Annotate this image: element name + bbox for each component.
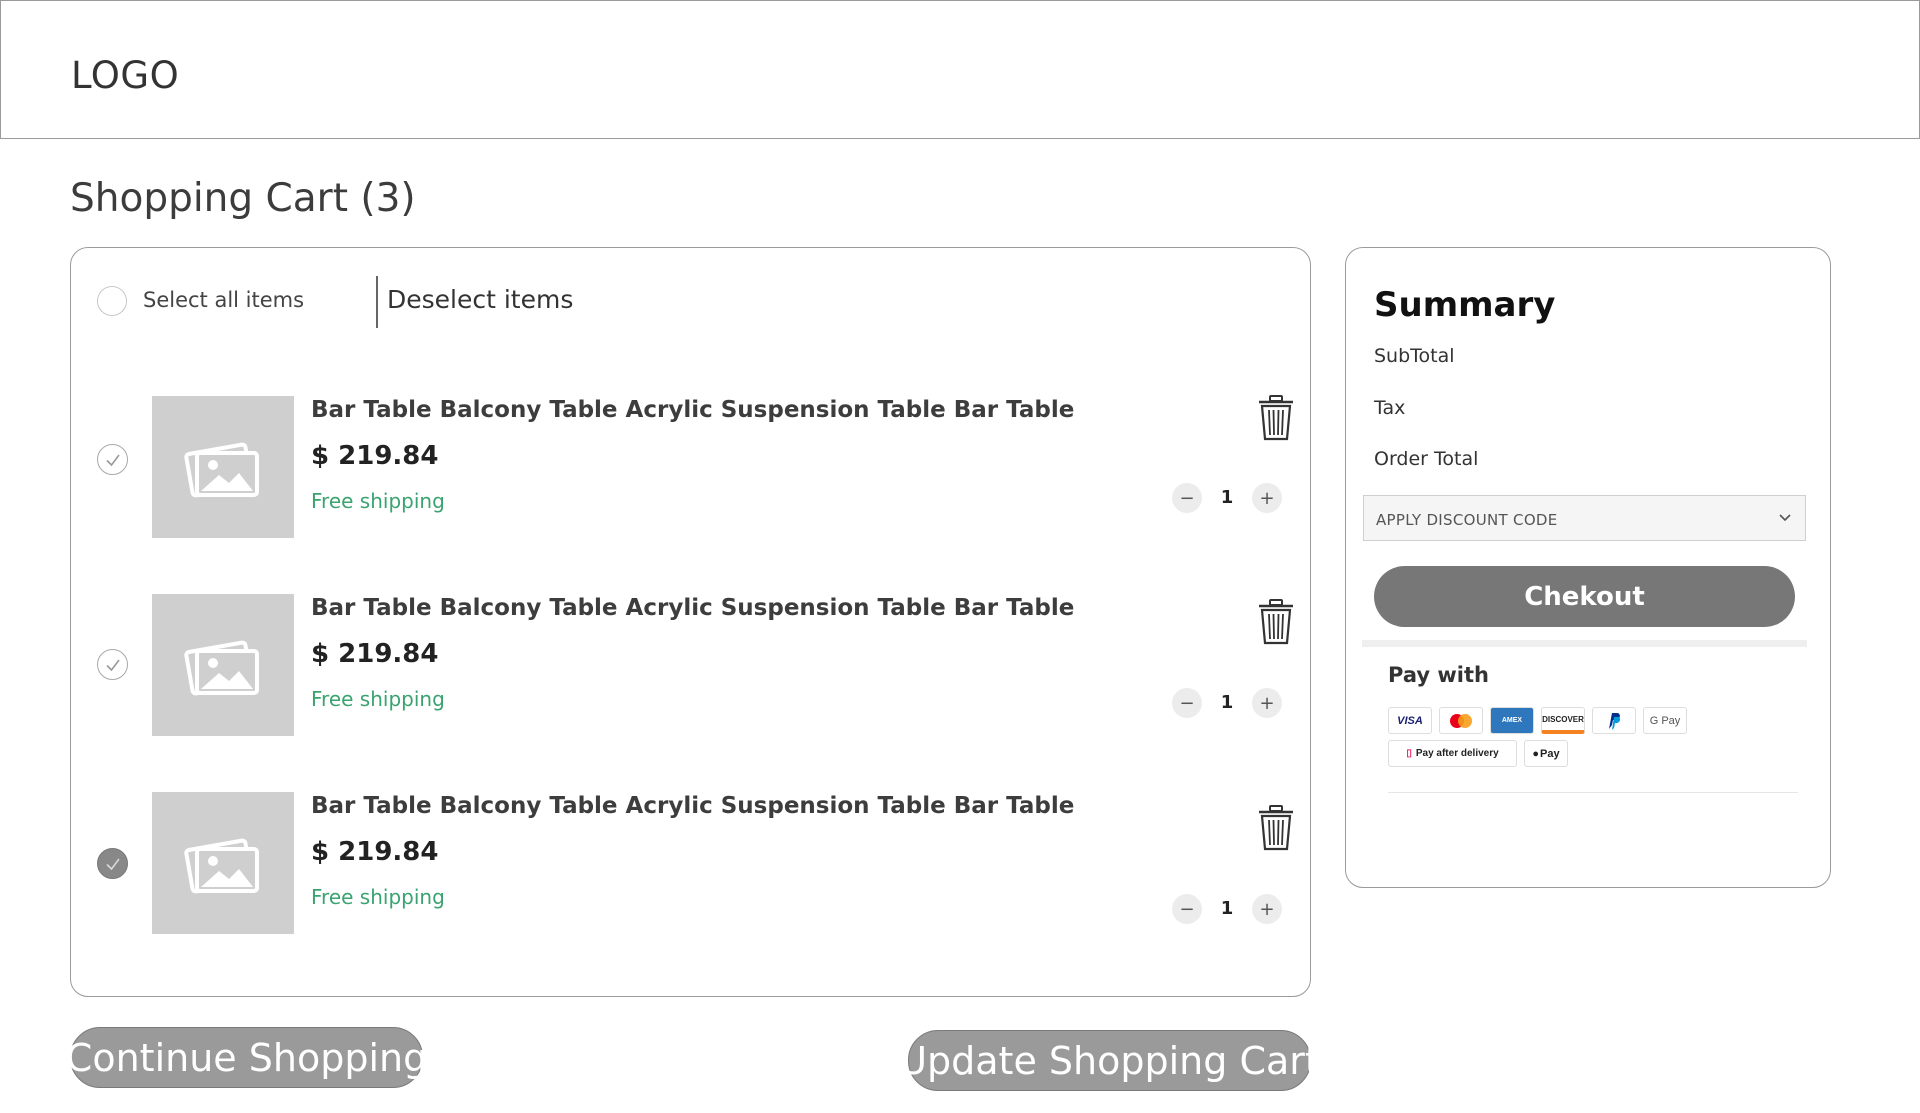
- update-cart-button[interactable]: Update Shopping Cart: [899, 1030, 1320, 1091]
- header: LOGO: [0, 0, 1920, 139]
- apple-pay-icon: ● Pay: [1524, 740, 1568, 767]
- product-title[interactable]: Bar Table Balcony Table Acrylic Suspensi…: [311, 793, 1074, 819]
- qty-increase-button[interactable]: +: [1252, 483, 1282, 513]
- cart-item: Bar Table Balcony Table Acrylic Suspensi…: [71, 594, 1310, 736]
- deselect-items-link[interactable]: Deselect items: [387, 285, 573, 314]
- discount-code-label: APPLY DISCOUNT CODE: [1376, 511, 1558, 529]
- cart-panel: Select all items Deselect items Bar Tabl…: [70, 247, 1311, 997]
- qty-value[interactable]: 1: [1217, 487, 1237, 508]
- visa-icon: VISA: [1388, 707, 1432, 734]
- product-price: $ 219.84: [311, 639, 439, 669]
- discover-icon: DISCOVER: [1541, 707, 1585, 734]
- paypal-icon: [1592, 707, 1636, 734]
- image-placeholder-icon: [184, 442, 259, 498]
- qty-increase-button[interactable]: +: [1252, 688, 1282, 718]
- tax-label: Tax: [1374, 397, 1406, 419]
- product-price: $ 219.84: [311, 837, 439, 867]
- product-title[interactable]: Bar Table Balcony Table Acrylic Suspensi…: [311, 397, 1074, 423]
- shipping-label: Free shipping: [311, 687, 445, 711]
- pay-after-delivery-icon: ▯ Pay after delivery: [1388, 740, 1517, 767]
- product-title[interactable]: Bar Table Balcony Table Acrylic Suspensi…: [311, 595, 1074, 621]
- divider: [1388, 792, 1798, 793]
- subtotal-label: SubTotal: [1374, 345, 1455, 367]
- qty-decrease-button[interactable]: −: [1172, 894, 1202, 924]
- logo[interactable]: LOGO: [71, 54, 179, 97]
- product-thumbnail[interactable]: [152, 396, 294, 538]
- item-select-checkbox[interactable]: [97, 444, 128, 475]
- pay-after-delivery-label: Pay after delivery: [1415, 748, 1499, 759]
- check-icon: [105, 454, 120, 466]
- select-all-label[interactable]: Select all items: [143, 288, 304, 312]
- mastercard-icon: [1439, 707, 1483, 734]
- product-thumbnail[interactable]: [152, 792, 294, 934]
- order-total-label: Order Total: [1374, 448, 1479, 470]
- google-pay-icon: G Pay: [1643, 707, 1687, 734]
- continue-shopping-button[interactable]: Continue Shopping: [66, 1027, 427, 1088]
- amex-icon: AMEX: [1490, 707, 1534, 734]
- trash-icon[interactable]: [1258, 599, 1294, 645]
- check-icon: [105, 659, 120, 671]
- image-placeholder-icon: [184, 640, 259, 696]
- summary-title: Summary: [1374, 285, 1556, 325]
- cart-item: Bar Table Balcony Table Acrylic Suspensi…: [71, 395, 1310, 538]
- payment-methods-row: VISA AMEX DISCOVER G Pay: [1388, 707, 1687, 734]
- item-select-checkbox[interactable]: [97, 848, 128, 879]
- product-price: $ 219.84: [311, 441, 439, 471]
- trash-icon[interactable]: [1258, 395, 1294, 441]
- qty-decrease-button[interactable]: −: [1172, 688, 1202, 718]
- image-placeholder-icon: [184, 838, 259, 894]
- divider: [376, 276, 378, 328]
- pay-with-panel: Pay with VISA AMEX DISCOVER G Pay ▯ Pay a…: [1362, 640, 1807, 793]
- trash-icon[interactable]: [1258, 805, 1294, 851]
- discount-code-dropdown[interactable]: APPLY DISCOUNT CODE: [1363, 495, 1806, 541]
- payment-methods-row: ▯ Pay after delivery ● Pay: [1388, 740, 1568, 767]
- qty-decrease-button[interactable]: −: [1172, 483, 1202, 513]
- shipping-label: Free shipping: [311, 885, 445, 909]
- pay-with-title: Pay with: [1388, 663, 1489, 687]
- qty-value[interactable]: 1: [1217, 692, 1237, 713]
- shipping-label: Free shipping: [311, 489, 445, 513]
- qty-increase-button[interactable]: +: [1252, 894, 1282, 924]
- checkout-button[interactable]: Chekout: [1374, 566, 1795, 627]
- select-all-radio[interactable]: [97, 286, 127, 316]
- cart-item: Bar Table Balcony Table Acrylic Suspensi…: [71, 792, 1310, 934]
- summary-panel: Summary SubTotal Tax Order Total APPLY D…: [1345, 247, 1831, 888]
- apple-pay-label: Pay: [1540, 747, 1560, 760]
- check-icon: [105, 858, 120, 870]
- chevron-down-icon: [1779, 514, 1791, 522]
- page-title: Shopping Cart (3): [70, 176, 416, 221]
- qty-value[interactable]: 1: [1217, 898, 1237, 919]
- product-thumbnail[interactable]: [152, 594, 294, 736]
- item-select-checkbox[interactable]: [97, 649, 128, 680]
